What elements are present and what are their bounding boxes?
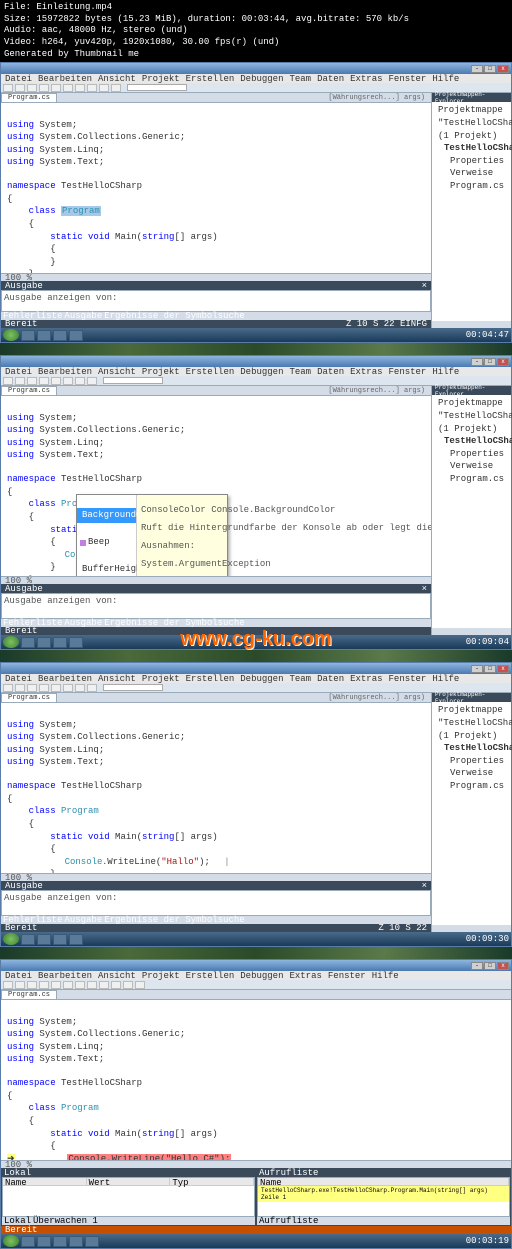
- menu-data[interactable]: Daten: [317, 74, 344, 84]
- tree-project[interactable]: TestHelloCSharp: [434, 142, 509, 155]
- menu-project[interactable]: Projekt: [142, 74, 180, 84]
- output-body[interactable]: Ausgabe anzeigen von:: [1, 290, 431, 312]
- maximize-button[interactable]: □: [484, 358, 496, 366]
- menu-file[interactable]: Datei: [5, 74, 32, 84]
- config-input[interactable]: [103, 377, 163, 384]
- menu-help[interactable]: Hilfe: [432, 74, 459, 84]
- window-titlebar[interactable]: -□x: [1, 63, 511, 74]
- menu-build[interactable]: Erstellen: [186, 74, 235, 84]
- close-button[interactable]: x: [497, 358, 509, 366]
- intellisense-description: ConsoleColor Console.BackgroundColor Ruf…: [137, 495, 227, 576]
- intellisense-popup[interactable]: BackgroundColor Beep BufferHeight Buffer…: [76, 494, 228, 576]
- minimize-button[interactable]: -: [471, 358, 483, 366]
- solution-tree[interactable]: Projektmappe "TestHelloCSharp" (1 Projek…: [432, 102, 511, 321]
- tree-file[interactable]: Program.cs: [434, 180, 509, 193]
- solution-explorer: Projektmappen-Explorer Projektmappe "Tes…: [431, 93, 511, 328]
- debug-panes: Lokal NameWertTyp LokalÜberwachen 1 Aufr…: [1, 1168, 511, 1226]
- toolbar-button[interactable]: [111, 84, 121, 92]
- screenshot-4: -□x DateiBearbeitenAnsichtProjektErstell…: [0, 959, 512, 1249]
- code-editor[interactable]: using System; using System.Collections.G…: [1, 703, 431, 873]
- taskbar-app[interactable]: [37, 330, 51, 341]
- taskbar: 00:04:47: [1, 328, 511, 342]
- intellisense-list: BackgroundColor Beep BufferHeight Buffer…: [77, 495, 137, 576]
- menu-team[interactable]: Team: [289, 74, 311, 84]
- window-titlebar[interactable]: -□x: [1, 356, 511, 367]
- sidebar-tabs[interactable]: [432, 321, 511, 328]
- screenshot-2: -□x DateiBearbeitenAnsichtProjektErstell…: [0, 355, 512, 650]
- search-input[interactable]: [127, 84, 187, 91]
- tree-solution[interactable]: Projektmappe "TestHelloCSharp" (1 Projek…: [434, 104, 509, 142]
- output-title: Ausgabe×: [1, 281, 431, 290]
- menu-bar: Datei Bearbeiten Ansicht Projekt Erstellen De…: [1, 74, 511, 83]
- toolbar-button[interactable]: [15, 84, 25, 92]
- taskbar-app[interactable]: [69, 330, 83, 341]
- intellisense-item[interactable]: BackgroundColor: [77, 508, 136, 523]
- tree-properties[interactable]: Properties: [434, 155, 509, 168]
- menu-tools[interactable]: Extras: [350, 74, 382, 84]
- locals-tab[interactable]: Lokal: [4, 1168, 31, 1178]
- screenshot-3: -□x DateiBearbeitenAnsichtProjektErstell…: [0, 662, 512, 947]
- status-bar: BereitZ 10 S 22 EINFG: [1, 320, 431, 328]
- video-metadata: File: Einleitung.mp4 Size: 15972822 byte…: [0, 0, 512, 62]
- stack-frame[interactable]: TestHelloCSharp.exe!TestHelloCSharp.Prog…: [258, 1186, 509, 1202]
- code-editor[interactable]: using System; using System.Collections.G…: [1, 396, 431, 576]
- menu-view[interactable]: Ansicht: [98, 74, 136, 84]
- taskbar-app[interactable]: [21, 330, 35, 341]
- timestamp: 00:04:47: [466, 330, 509, 340]
- tab-program[interactable]: Program.cs: [1, 93, 57, 102]
- toolbar-button[interactable]: [27, 84, 37, 92]
- breakpoint-line[interactable]: Console.WriteLine("Hello C#");: [67, 1154, 231, 1161]
- tab-context[interactable]: [Währungsrech...] args): [322, 93, 431, 102]
- code-editor[interactable]: using System; using System.Collections.G…: [1, 103, 431, 273]
- toolbar-button[interactable]: [87, 84, 97, 92]
- tab-program[interactable]: Program.cs: [1, 386, 57, 395]
- screenshot-1: -□x Datei Bearbeiten Ansicht Projekt Erstell…: [0, 62, 512, 343]
- editor-footer: 100 %: [1, 273, 431, 281]
- menu-window[interactable]: Fenster: [389, 74, 427, 84]
- minimize-button[interactable]: -: [471, 65, 483, 73]
- solution-explorer-title: Projektmappen-Explorer: [432, 93, 511, 102]
- toolbar-button[interactable]: [99, 84, 109, 92]
- close-button[interactable]: x: [497, 65, 509, 73]
- menu-debug[interactable]: Debuggen: [240, 74, 283, 84]
- callstack-panel[interactable]: Name TestHelloCSharp.exe!TestHelloCSharp…: [257, 1177, 510, 1217]
- taskbar-app[interactable]: [53, 330, 67, 341]
- toolbar-button[interactable]: [39, 84, 49, 92]
- toolbar-button[interactable]: [63, 84, 73, 92]
- tree-references[interactable]: Verweise: [434, 167, 509, 180]
- menu-bar: DateiBearbeitenAnsichtProjektErstellenDe…: [1, 367, 511, 376]
- maximize-button[interactable]: □: [484, 65, 496, 73]
- editor-tabs: Program.cs [Währungsrech...] args): [1, 93, 431, 103]
- locals-panel[interactable]: NameWertTyp: [2, 1177, 255, 1217]
- menu-edit[interactable]: Bearbeiten: [38, 74, 92, 84]
- code-editor[interactable]: using System; using System.Collections.G…: [1, 1000, 511, 1160]
- toolbar-button[interactable]: [51, 84, 61, 92]
- toolbar-button[interactable]: [75, 84, 85, 92]
- callstack-tab[interactable]: Aufrufliste: [259, 1168, 318, 1178]
- toolbar-button[interactable]: [3, 84, 13, 92]
- start-button[interactable]: [3, 329, 19, 341]
- background-strip: [0, 343, 512, 355]
- watermark: www.cg-ku.com: [180, 628, 332, 651]
